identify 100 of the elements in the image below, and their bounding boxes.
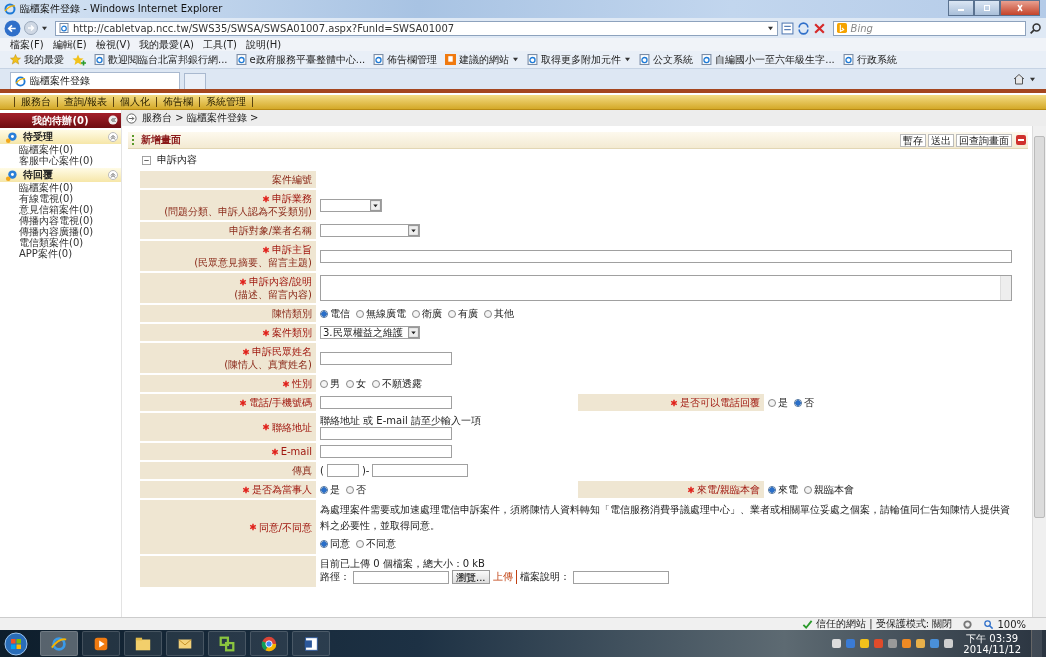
navigation-link[interactable]: 佈告欄 [163,95,194,109]
favorite-link[interactable]: 公文系統 [639,52,694,67]
sidebar-item[interactable]: 電信類案件(0) [0,237,121,248]
radio-button[interactable] [320,485,328,494]
menu-item[interactable]: 檔案(F) [10,38,44,51]
radio-button[interactable] [804,485,812,494]
compatibility-view-icon[interactable] [780,21,794,35]
navigation-link[interactable]: 查詢/報表 [64,95,108,109]
radio-button[interactable] [346,379,354,388]
file-path-field[interactable] [353,570,449,584]
minimize-icon[interactable] [1016,135,1026,145]
radio-button[interactable] [320,540,328,548]
dropdown-icon[interactable] [766,25,774,31]
area-code-field[interactable] [326,464,359,477]
action-button[interactable]: 送出 [928,133,954,147]
radio-button[interactable] [320,309,328,318]
maximize-button[interactable] [974,0,1000,16]
input-field[interactable] [320,427,452,440]
radio-button[interactable] [448,309,456,318]
sidebar-item[interactable]: 意見信箱案件(0) [0,204,121,215]
taskbar-button[interactable] [82,631,120,656]
radio-button[interactable] [320,379,328,388]
home-icon[interactable] [1013,73,1025,85]
favorite-link[interactable]: e政府服務平臺整體中心... [235,52,366,67]
sidebar-item[interactable]: 傳播內容電視(0) [0,215,121,226]
radio-label: 不願透露 [382,376,422,391]
fax-number-field[interactable] [372,464,469,477]
radio-button[interactable] [372,379,380,388]
radio-button[interactable] [346,485,354,494]
clock[interactable]: 下午 03:39 2014/11/12 [957,632,1027,655]
radio-button[interactable] [356,309,364,318]
favorite-link[interactable]: 自編國小一至六年級生字... [701,52,835,67]
browser-tab[interactable]: 臨櫃案件登錄 [10,72,180,89]
radio-button[interactable] [794,398,802,407]
settings-icon[interactable] [962,618,974,630]
taskbar-button[interactable] [124,631,162,656]
navigation-link[interactable]: 系統管理 [206,95,247,109]
address-field[interactable]: http://cabletvap.ncc.tw/SWS35/SWSA/SWSA01007.aspx?FunId=SWSA01007 [55,20,778,36]
start-button[interactable] [4,631,28,656]
navigation-link[interactable]: 個人化 [120,95,151,109]
favorite-link[interactable]: 歡迎閱臨台北富邦銀行網... [94,52,228,67]
back-button[interactable] [4,19,21,37]
collapse-icon[interactable] [142,155,151,165]
sidebar-item[interactable]: 有線電視(0) [0,193,121,204]
menu-item[interactable]: 編輯(E) [52,38,87,51]
input-field[interactable] [320,249,1012,263]
input-field[interactable] [320,351,452,365]
search-icon[interactable] [1029,21,1042,35]
text-area[interactable] [320,275,1012,301]
menu-item[interactable]: 工具(T) [203,38,237,51]
dropdown-field[interactable]: 3.民眾權益之維護 [320,326,420,339]
sidebar-item[interactable]: 傳播內容廣播(0) [0,226,121,237]
scrollbar[interactable] [1032,126,1046,617]
sidebar-item[interactable]: APP案件(0) [0,248,121,259]
action-button[interactable]: 回查詢畫面 [956,133,1012,147]
browse-button[interactable]: 瀏覽... [452,570,490,584]
favorite-link[interactable]: 取得更多附加元件 [527,52,632,67]
radio-button[interactable] [768,398,776,407]
taskbar-button[interactable] [250,631,288,656]
menu-item[interactable]: 檢視(V) [95,38,131,51]
navigation-link[interactable]: 服務台 [21,95,51,109]
taskbar-button[interactable] [208,631,246,656]
collapse-icon[interactable] [108,115,118,125]
input-field[interactable] [320,445,452,458]
favorite-link[interactable]: 佈告欄管理 [373,52,438,67]
sidebar-item[interactable]: 臨櫃案件(0) [0,144,121,155]
action-button[interactable]: 暫存 [900,133,926,147]
radio-button[interactable] [412,309,420,318]
zoom-level[interactable]: 100% [983,618,1026,630]
taskbar-button[interactable] [166,631,204,656]
radio-button[interactable] [356,540,364,548]
dropdown-field[interactable] [320,224,420,237]
required-icon [238,398,247,407]
taskbar-button[interactable] [292,631,330,656]
radio-button[interactable] [484,309,492,318]
upload-link[interactable]: 上傳 [492,570,517,584]
add-favorite-icon[interactable] [72,53,86,66]
menu-item[interactable]: 我的最愛(A) [139,38,194,51]
description-field[interactable] [572,570,669,584]
history-dropdown-icon[interactable] [41,25,48,31]
dropdown-field[interactable] [320,198,382,212]
dropdown-icon[interactable] [1029,76,1036,82]
show-desktop-button[interactable] [1031,630,1042,657]
refresh-icon[interactable] [796,21,810,35]
favorites-button[interactable]: 我的最愛 [10,52,64,67]
radio-button[interactable] [768,485,776,494]
stop-icon[interactable] [812,21,826,35]
menu-item[interactable]: 說明(H) [245,38,282,51]
input-field[interactable] [320,396,452,409]
sidebar-group-header[interactable]: 待回覆 [0,168,121,182]
close-button[interactable] [1000,0,1040,16]
sidebar-item[interactable]: 客服中心案件(0) [0,155,121,166]
search-field[interactable]: Bing [832,20,1026,36]
sidebar-group-header[interactable]: 待受理 [0,130,121,144]
sidebar-item[interactable]: 臨櫃案件(0) [0,182,121,193]
security-zone-status[interactable]: 信任的網站 | 受保護模式: 關閉 [802,617,953,631]
favorite-link[interactable]: 建議的網站 [445,52,520,67]
new-tab-button[interactable] [184,73,206,89]
minimize-button[interactable] [948,0,974,16]
favorite-link[interactable]: 行政系統 [842,52,897,67]
